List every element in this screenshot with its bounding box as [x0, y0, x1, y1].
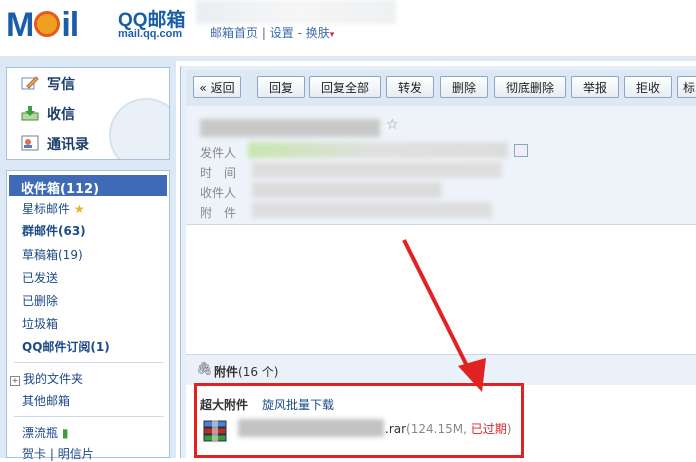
red-highlight-box [194, 383, 524, 458]
